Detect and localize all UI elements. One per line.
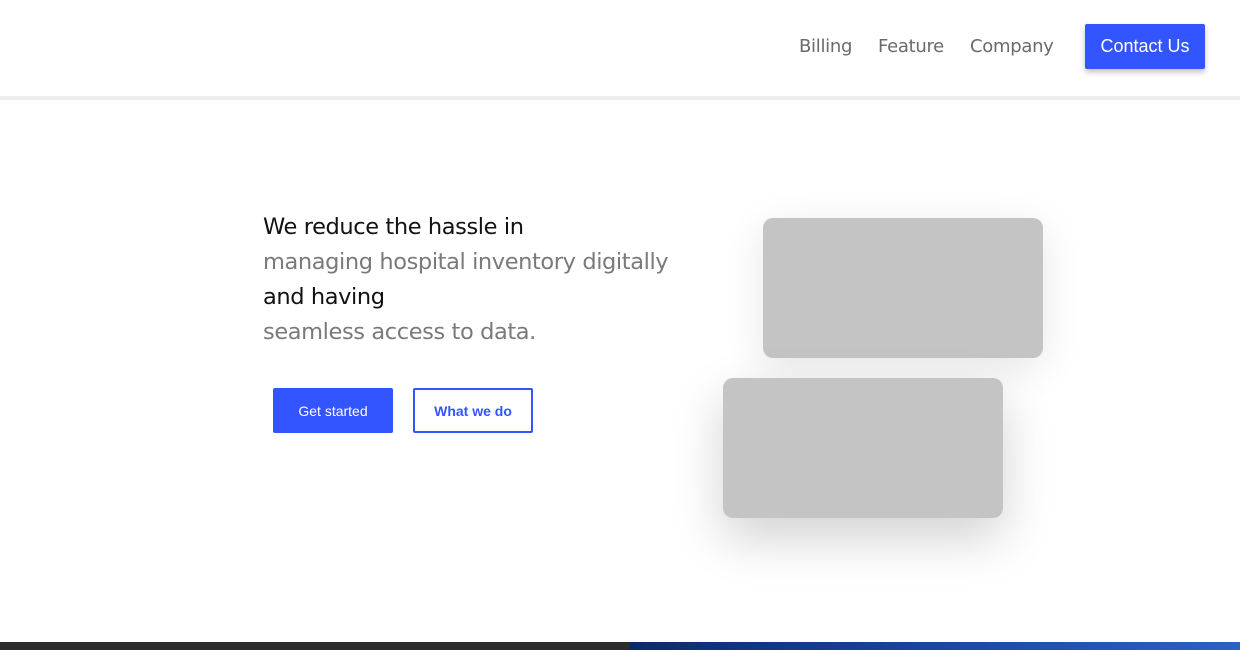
contact-us-button[interactable]: Contact Us bbox=[1085, 24, 1205, 69]
hero-line-1: We reduce the hassle in bbox=[263, 214, 524, 240]
hero-line-4: seamless access to data. bbox=[263, 319, 536, 345]
get-started-button[interactable]: Get started bbox=[273, 388, 393, 433]
image-placeholder-card-top bbox=[763, 218, 1043, 358]
hero-heading: We reduce the hassle in managing hospita… bbox=[263, 210, 703, 350]
image-placeholder-card-bottom bbox=[723, 378, 1003, 518]
hero-line-3: and having bbox=[263, 284, 385, 310]
navbar: Billing Feature Company Contact Us bbox=[0, 0, 1240, 96]
editor-status-bar bbox=[0, 642, 630, 650]
nav-link-company[interactable]: Company bbox=[970, 36, 1054, 57]
what-we-do-button[interactable]: What we do bbox=[413, 388, 533, 433]
nav-link-feature[interactable]: Feature bbox=[878, 36, 944, 57]
navbar-divider bbox=[0, 96, 1240, 100]
desktop-taskbar-strip bbox=[630, 642, 1240, 650]
hero-line-2: managing hospital inventory digitally bbox=[263, 249, 669, 275]
nav-link-billing[interactable]: Billing bbox=[799, 36, 852, 57]
